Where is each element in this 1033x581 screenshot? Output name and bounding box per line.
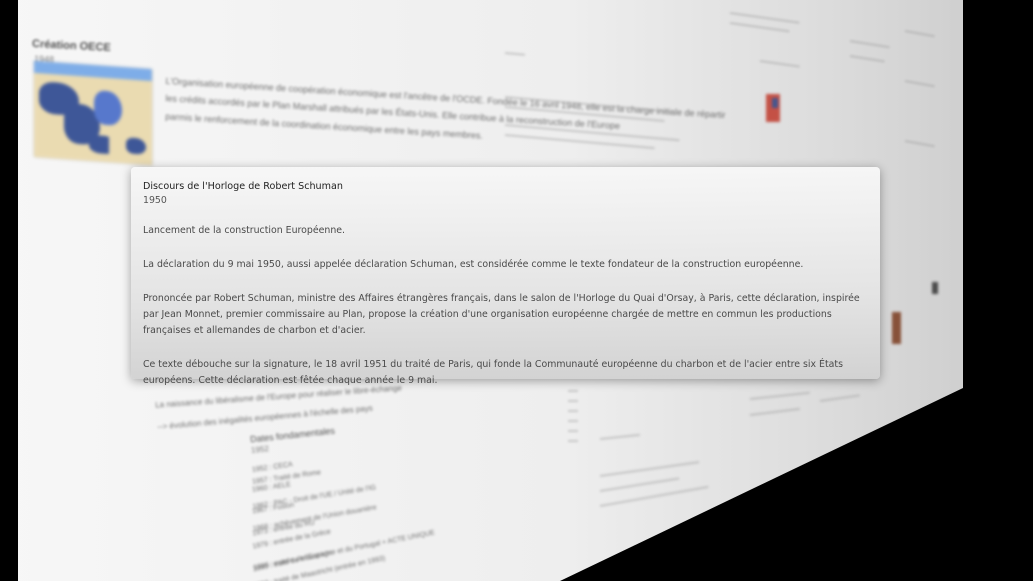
popup-title: Discours de l'Horloge de Robert Schuman [143,181,343,192]
popup-paragraph: Lancement de la construction Européenne. [143,225,346,236]
inequality-text: --> évolution des inégalités européennes… [157,403,374,432]
popup-paragraph: Prononcée par Robert Schuman, ministre d… [143,293,860,336]
thumbnail-image[interactable] [892,312,901,344]
event-detail-popup[interactable]: Discours de l'Horloge de Robert Schuman … [131,167,880,386]
dates-list-item: 1952 : CECA [251,461,294,474]
timeline-viewport[interactable]: Création OECE 1948 L'Organisation europé… [0,0,1033,581]
oece-title: Création OECE [31,37,112,55]
popup-paragraph: Ce texte débouche sur la signature, le 1… [143,359,843,386]
thumbnail-image[interactable] [932,282,938,294]
europe-map-thumbnail[interactable] [34,60,152,166]
popup-year: 1950 [143,195,167,206]
dates-year: 1952 [250,444,270,455]
dates-title: Dates fondamentales [249,425,336,445]
popup-paragraph: La déclaration du 9 mai 1950, aussi appe… [143,259,804,270]
